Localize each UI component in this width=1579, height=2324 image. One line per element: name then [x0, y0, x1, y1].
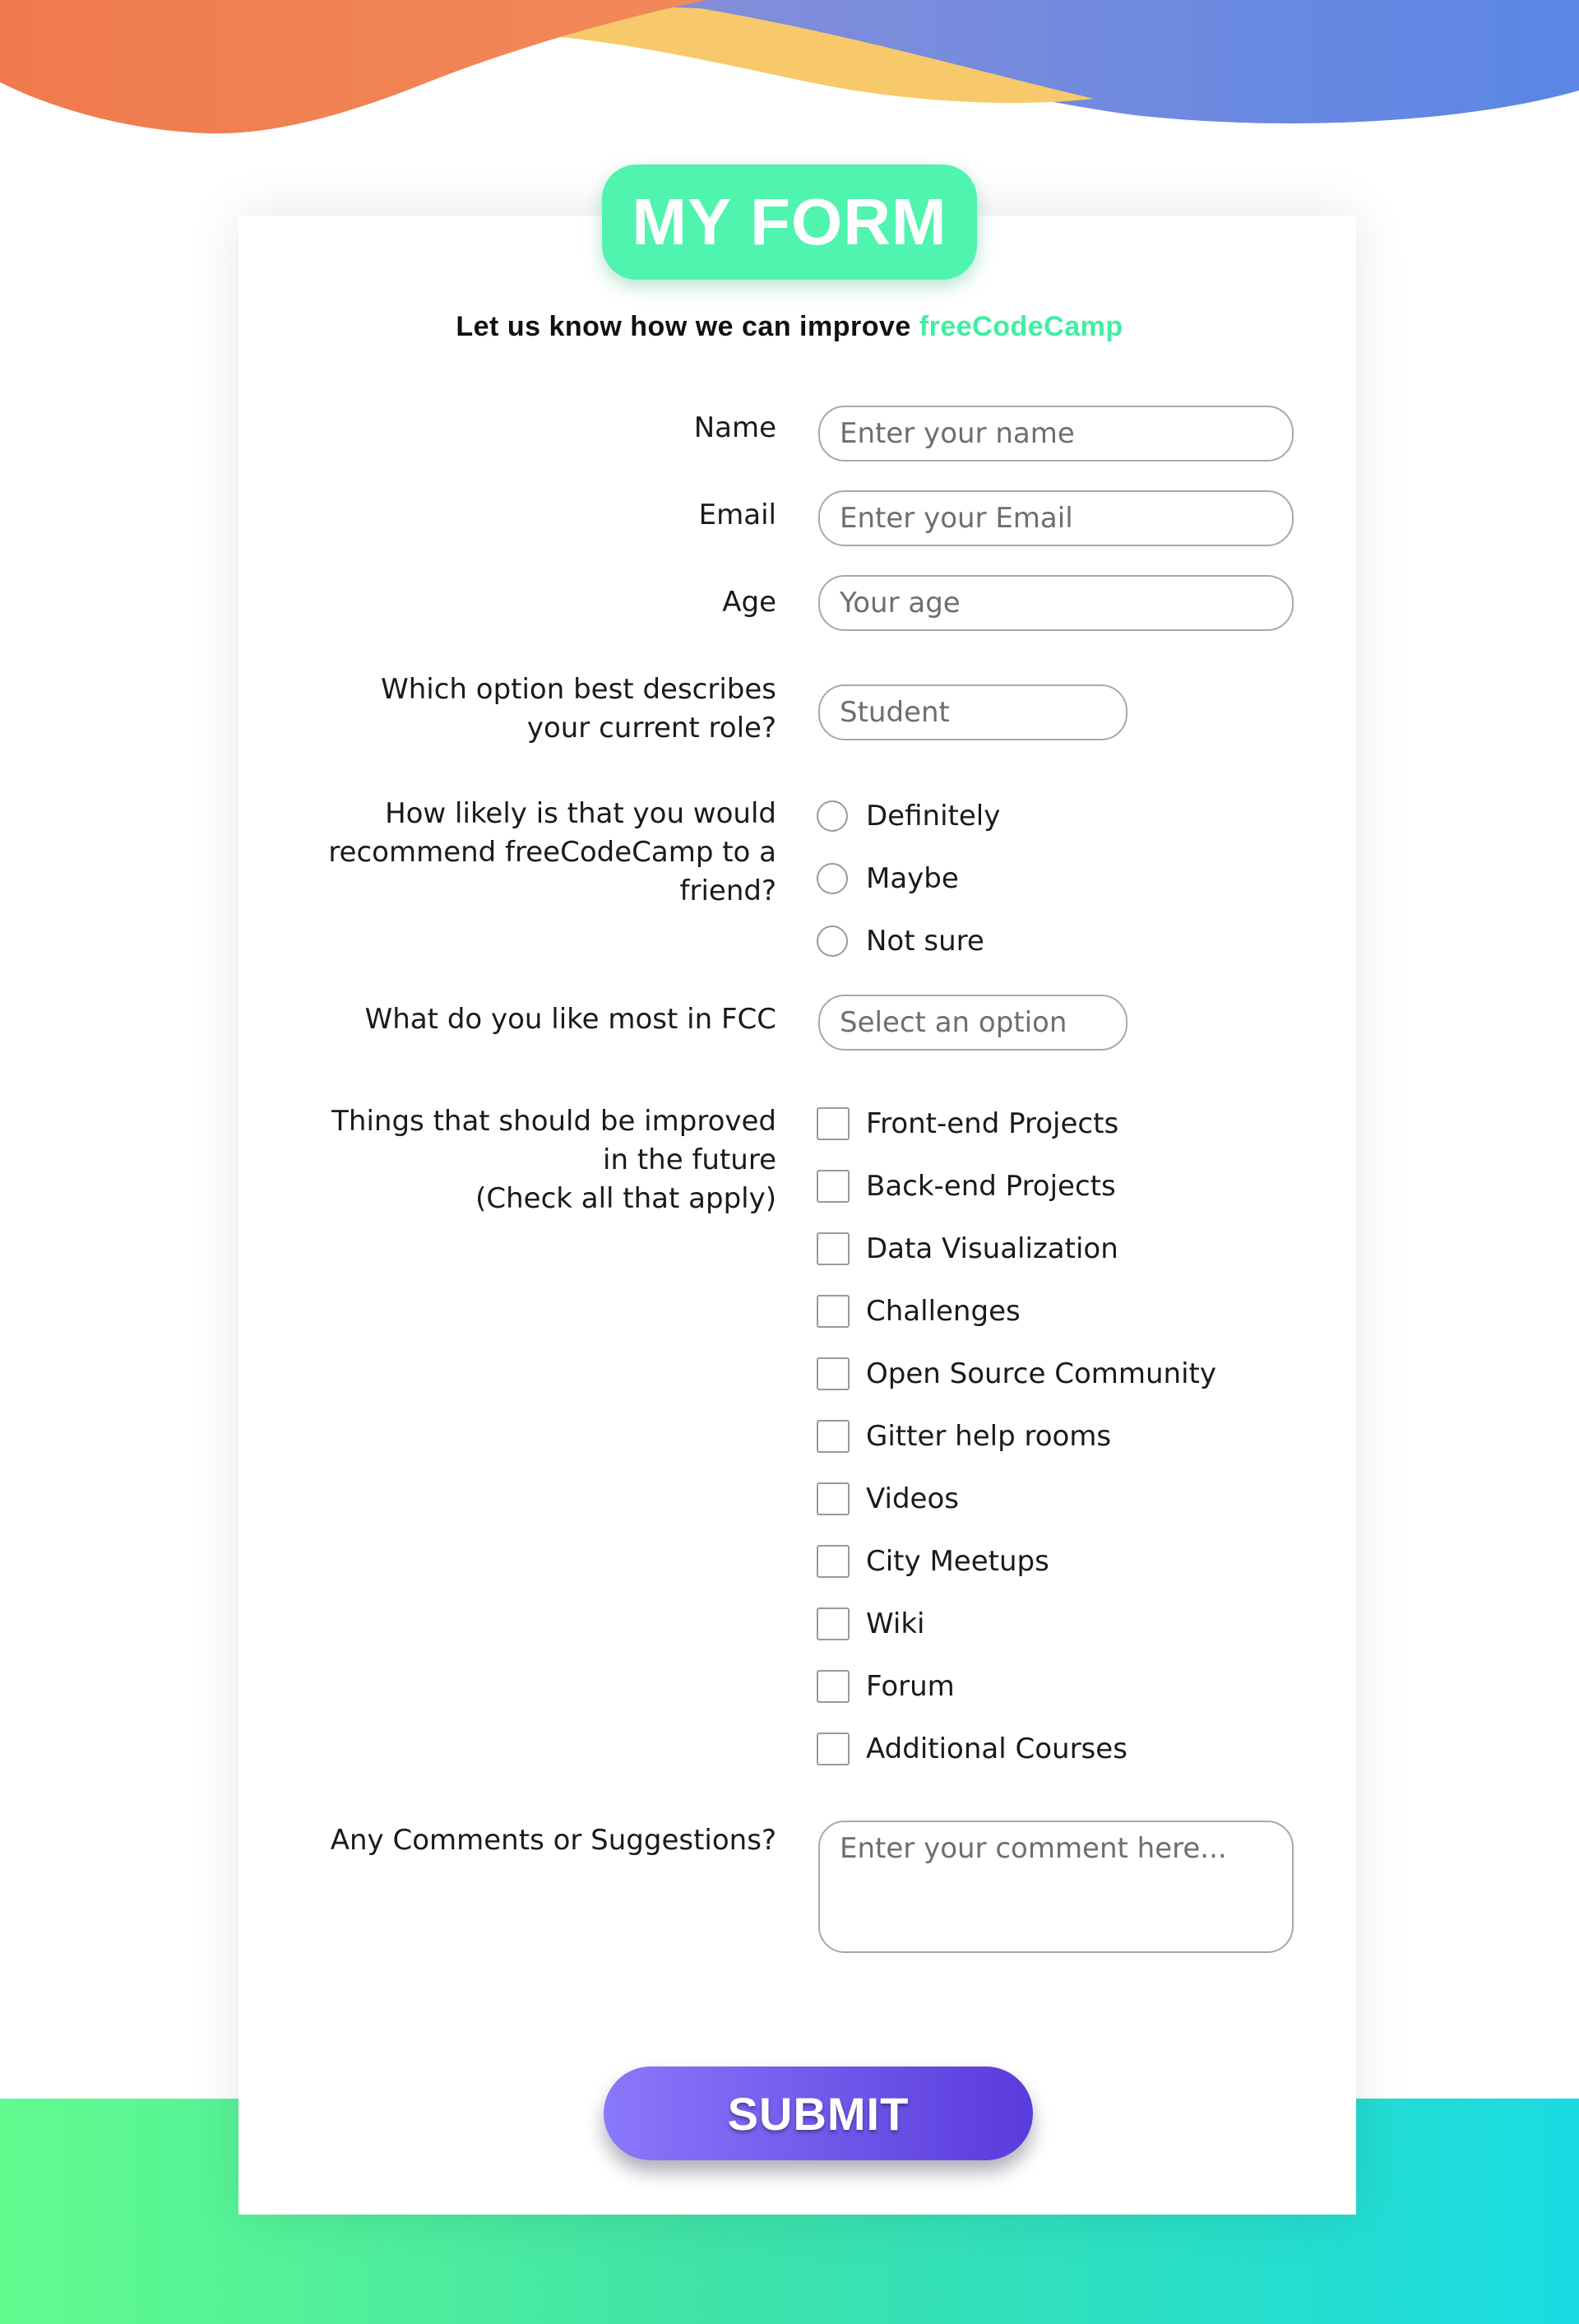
checkbox-label: Challenges: [866, 1295, 1021, 1328]
like-most-select-value: Select an option: [840, 1006, 1067, 1039]
checkbox-forum[interactable]: Forum: [817, 1670, 955, 1703]
checkbox[interactable]: [817, 1107, 850, 1140]
radio-button[interactable]: [817, 925, 848, 957]
top-wave-decoration: [0, 0, 1579, 134]
checkbox-gitter-help-rooms[interactable]: Gitter help rooms: [817, 1420, 1111, 1453]
name-input[interactable]: [818, 406, 1294, 462]
checkbox-city-meetups[interactable]: City Meetups: [817, 1545, 1049, 1578]
checkbox-label: Forum: [866, 1670, 955, 1703]
checkbox[interactable]: [817, 1733, 850, 1765]
name-label: Name: [693, 411, 776, 444]
checkbox-label: Videos: [866, 1482, 959, 1515]
checkbox[interactable]: [817, 1420, 850, 1453]
checkbox-label: Gitter help rooms: [866, 1420, 1112, 1453]
radio-definitely[interactable]: Definitely: [817, 800, 1000, 833]
radio-button[interactable]: [817, 863, 848, 894]
improve-label-note: (Check all that apply): [475, 1182, 776, 1215]
comments-label: Any Comments or Suggestions?: [330, 1824, 776, 1857]
age-input[interactable]: [818, 575, 1294, 631]
checkbox-label: Additional Courses: [866, 1733, 1128, 1765]
role-select-value: Student: [840, 696, 950, 729]
submit-label: SUBMIT: [727, 2087, 910, 2140]
checkbox-challenges[interactable]: Challenges: [817, 1295, 1021, 1328]
comments-textarea[interactable]: [818, 1821, 1294, 1953]
checkbox-label: Wiki: [866, 1607, 925, 1640]
email-input[interactable]: [818, 490, 1294, 546]
checkbox[interactable]: [817, 1607, 850, 1640]
checkbox[interactable]: [817, 1232, 850, 1265]
radio-label: Definitely: [866, 800, 1001, 833]
checkbox-additional-courses[interactable]: Additional Courses: [817, 1733, 1128, 1765]
subtitle: Let us know how we can improve freeCodeC…: [0, 311, 1579, 343]
subtitle-text: Let us know how we can improve: [456, 311, 919, 342]
checkbox-open-source-community[interactable]: Open Source Community: [817, 1357, 1216, 1390]
radio-label: Maybe: [866, 862, 959, 895]
radio-button[interactable]: [817, 800, 848, 832]
role-select[interactable]: Student: [818, 684, 1128, 740]
checkbox-label: City Meetups: [866, 1545, 1049, 1578]
radio-maybe[interactable]: Maybe: [817, 862, 959, 895]
checkbox[interactable]: [817, 1545, 850, 1578]
checkbox-back-end-projects[interactable]: Back-end Projects: [817, 1170, 1116, 1203]
page-title: MY FORM: [632, 185, 947, 258]
improve-label-text: Things that should be improved in the fu…: [331, 1105, 776, 1176]
checkbox-label: Data Visualization: [866, 1232, 1118, 1265]
checkbox-label: Back-end Projects: [866, 1170, 1116, 1203]
checkbox-front-end-projects[interactable]: Front-end Projects: [817, 1107, 1118, 1140]
role-label: Which option best describes your current…: [381, 673, 776, 745]
improve-label: Things that should be improved in the fu…: [316, 1102, 776, 1218]
checkbox[interactable]: [817, 1295, 850, 1328]
radio-label: Not sure: [866, 925, 984, 958]
checkbox[interactable]: [817, 1170, 850, 1203]
checkbox-wiki[interactable]: Wiki: [817, 1607, 924, 1640]
recommend-label: How likely is that you would recommend f…: [328, 797, 776, 907]
checkbox[interactable]: [817, 1670, 850, 1703]
radio-not-sure[interactable]: Not sure: [817, 925, 984, 958]
like-most-label: What do you like most in FCC: [364, 1003, 776, 1036]
submit-button[interactable]: SUBMIT: [604, 2067, 1033, 2160]
checkbox-data-visualization[interactable]: Data Visualization: [817, 1232, 1118, 1265]
email-label: Email: [698, 499, 776, 531]
checkbox-label: Front-end Projects: [866, 1107, 1119, 1140]
title-badge: MY FORM: [602, 165, 977, 280]
subtitle-highlight: freeCodeCamp: [919, 311, 1123, 342]
checkbox[interactable]: [817, 1482, 850, 1515]
checkbox[interactable]: [817, 1357, 850, 1390]
like-most-select[interactable]: Select an option: [818, 995, 1128, 1051]
checkbox-videos[interactable]: Videos: [817, 1482, 959, 1515]
age-label: Age: [722, 586, 776, 619]
checkbox-label: Open Source Community: [866, 1357, 1216, 1390]
